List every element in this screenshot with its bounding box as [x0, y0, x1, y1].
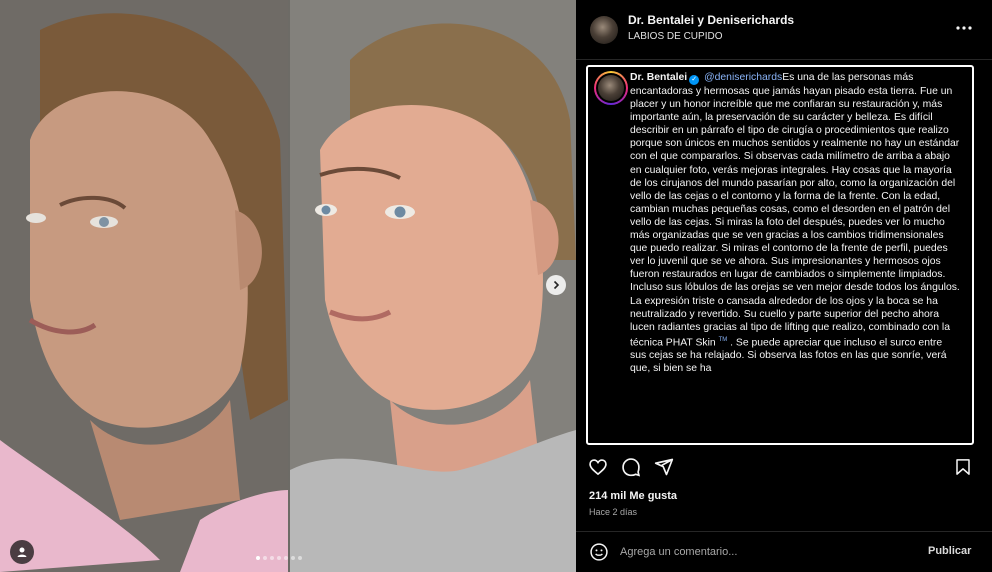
carousel-dot [298, 556, 302, 560]
post-media-carousel[interactable] [0, 0, 576, 572]
comment-input[interactable] [620, 541, 910, 563]
next-slide-button[interactable] [546, 275, 566, 295]
comment-composer: Publicar [576, 531, 992, 572]
smiley-icon [590, 543, 608, 561]
more-options-button[interactable] [952, 16, 976, 40]
post-actions [576, 455, 992, 479]
chevron-right-icon [553, 280, 560, 290]
carousel-dot [256, 556, 260, 560]
caption-text: Es una de las personas más encantadoras … [630, 72, 960, 349]
caption-author[interactable]: Dr. Bentalei [630, 72, 687, 83]
post-header: Dr. Bentalei y Deniserichards LABIOS DE … [576, 0, 992, 60]
carousel-dot [263, 556, 267, 560]
author-avatar[interactable] [590, 16, 618, 44]
user-tag-icon [17, 547, 27, 557]
before-photo [0, 0, 288, 572]
carousel-indicator [256, 556, 302, 560]
like-count[interactable]: 214 mil Me gusta [589, 490, 677, 502]
before-face-illustration [0, 0, 288, 572]
comment-bubble-icon [622, 458, 641, 477]
emoji-button[interactable] [588, 541, 610, 563]
post-authors[interactable]: Dr. Bentalei y Deniserichards [628, 13, 794, 27]
carousel-dot [277, 556, 281, 560]
caption-area[interactable]: Dr. Bentalei ✓ @deniserichardsEs una de l… [586, 65, 974, 445]
after-photo [290, 0, 576, 572]
comment-button[interactable] [619, 455, 643, 479]
verified-badge-icon: ✓ [689, 75, 700, 85]
trademark-mark: TM [718, 336, 728, 343]
heart-icon [589, 459, 607, 476]
like-button[interactable] [586, 455, 610, 479]
save-button[interactable] [951, 455, 975, 479]
more-horizontal-icon [956, 26, 972, 30]
caption-author-avatar[interactable] [594, 71, 628, 105]
carousel-dot [291, 556, 295, 560]
post-details-panel: Dr. Bentalei y Deniserichards LABIOS DE … [576, 0, 992, 572]
post-caption: Dr. Bentalei ✓ @deniserichardsEs una de l… [630, 71, 960, 376]
bookmark-icon [956, 459, 970, 475]
caption-mention[interactable]: @deniserichards [704, 72, 782, 83]
paper-plane-icon [654, 458, 674, 476]
post-location[interactable]: LABIOS DE CUPIDO [628, 31, 722, 42]
after-face-illustration [290, 0, 576, 572]
carousel-dot [270, 556, 274, 560]
share-button[interactable] [652, 455, 676, 479]
post-timestamp[interactable]: Hace 2 días [589, 507, 637, 517]
tagged-users-button[interactable] [10, 540, 34, 564]
publish-button[interactable]: Publicar [928, 545, 971, 557]
carousel-dot [284, 556, 288, 560]
